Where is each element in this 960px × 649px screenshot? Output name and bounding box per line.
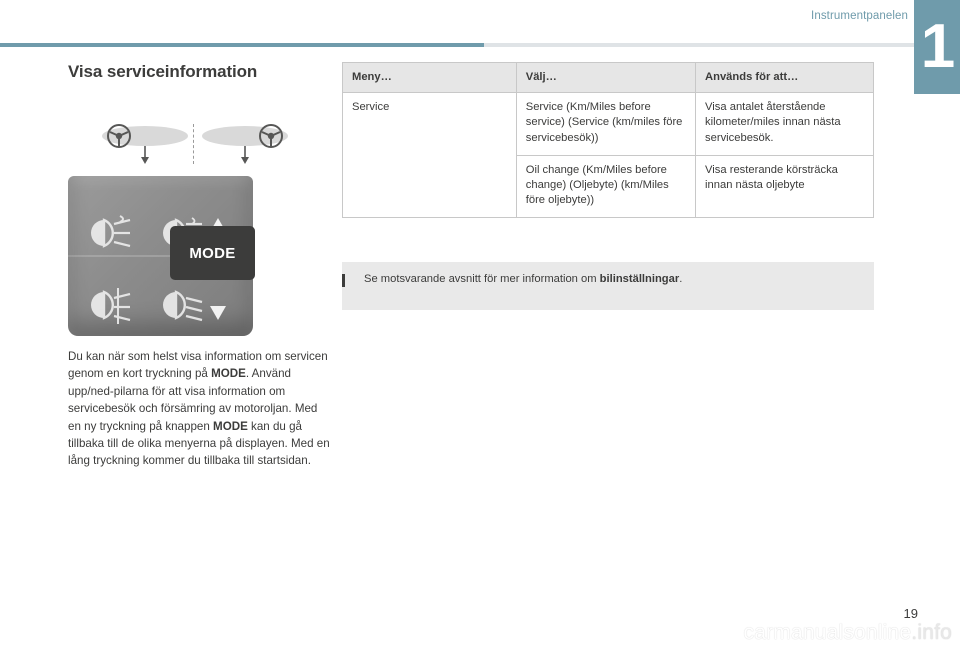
arrow-down-icon — [210, 306, 226, 320]
table-cell-use: Visa antalet återstående kilometer/miles… — [695, 92, 874, 156]
steering-wheel-right-icon — [202, 124, 288, 164]
mode-button[interactable]: MODE — [170, 226, 255, 280]
table-cell-select: Oil change (Km/Miles before change) (Olj… — [515, 154, 697, 219]
site-watermark: carmanualsonline.info — [744, 621, 953, 645]
table-row: Service Service (Km/Miles before service… — [342, 92, 874, 219]
body-text: Du kan när som helst visa information om… — [68, 348, 332, 470]
table-header-select: Välj… — [515, 61, 697, 94]
chapter-title: Instrumentpanelen — [811, 10, 908, 22]
info-note-box: Se motsvarande avsnitt för mer informati… — [342, 262, 874, 310]
body-text-bold-2: MODE — [213, 419, 248, 433]
table-header-row: Meny… Välj… Används för att… — [342, 61, 874, 94]
watermark-suffix: .info — [911, 621, 952, 644]
headlight-level-icon — [91, 288, 131, 324]
table-header-menu: Meny… — [342, 61, 517, 94]
service-info-table: Meny… Välj… Används för att… Service Ser… — [342, 61, 874, 219]
table-cell-use: Visa resterande körsträcka innan nästa o… — [695, 154, 874, 219]
watermark-main: carmanualsonline — [743, 621, 912, 644]
page-number: 19 — [903, 606, 918, 621]
dipped-beam-icon — [163, 290, 203, 322]
illustration-divider — [193, 124, 195, 164]
info-note-text-after: . — [679, 273, 683, 285]
chapter-number-badge: 1 — [914, 0, 960, 94]
table-cell-menu: Service — [342, 92, 517, 219]
steering-wheel-illustration — [100, 124, 290, 166]
table-header-use: Används för att… — [695, 61, 874, 94]
body-text-bold-1: MODE — [211, 367, 246, 381]
steering-wheel-left-icon — [102, 124, 188, 164]
table-cell-select: Service (Km/Miles before service) (Servi… — [515, 92, 697, 156]
info-note-text-bold: bilinställningar — [599, 273, 680, 285]
info-note-text: Se motsvarande avsnitt för mer informati… — [364, 273, 682, 285]
info-note-marker-icon — [342, 274, 345, 287]
front-fog-lamp-icon — [91, 215, 131, 248]
header-rule-accent — [0, 43, 484, 47]
info-note-text-before: Se motsvarande avsnitt för mer informati… — [364, 273, 600, 285]
page-title: Visa serviceinformation — [68, 62, 258, 81]
